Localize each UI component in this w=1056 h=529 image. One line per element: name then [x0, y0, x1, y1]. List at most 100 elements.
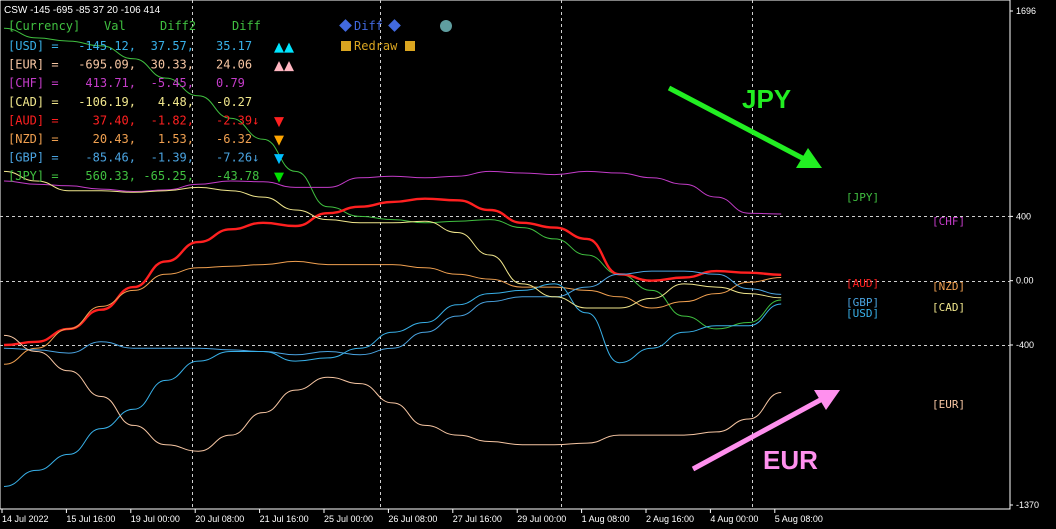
end-label-nzd: [NZD] [932, 280, 965, 293]
jpy-annotation-label: JPY [742, 84, 791, 114]
table-cell-val: -85.46, [85, 151, 136, 165]
series-line-gbp [3, 270, 782, 356]
x-tick-label: 26 Jul 08:00 [388, 514, 437, 524]
table-cell-diff: 0.79 [216, 76, 245, 90]
x-tick-label: 15 Jul 16:00 [66, 514, 115, 524]
table-cell-currency: [CAD] = [8, 95, 59, 109]
table-cell-diff: -0.27 [216, 95, 252, 109]
trend-marker-icon: ▼ [274, 114, 284, 129]
table-cell-val: -695.09, [78, 58, 136, 72]
table-header-0: [Currency] [8, 19, 80, 33]
table-cell-diff: 24.06 [216, 58, 252, 72]
table-header-2: Diff2 [160, 19, 196, 33]
table-row: [NZD] = 20.43, 1.53, -6.32 ▼ [8, 132, 284, 148]
x-tick-label: 4 Aug 00:00 [710, 514, 758, 524]
table-cell-diff2: -1.82, [151, 113, 194, 127]
table-cell-currency: [EUR] = [8, 58, 59, 72]
x-tick-label: 1 Aug 08:00 [582, 514, 630, 524]
x-tick-label: 5 Aug 08:00 [775, 514, 823, 524]
table-row: [CAD] = -106.19, 4.48, -0.27 [8, 95, 252, 109]
table-cell-diff2: -65.25, [143, 169, 194, 183]
x-tick-label: 14 Jul 2022 [2, 514, 49, 524]
diff-button[interactable]: Diff [339, 19, 401, 33]
table-cell-diff2: 4.48, [158, 95, 194, 109]
table-row: [AUD] = 37.40, -1.82, -2.39↓ ▼ [8, 113, 284, 129]
table-cell-diff2: -1.39, [151, 151, 194, 165]
end-label-aud: [AUD] [846, 277, 879, 290]
table-cell-diff2: 37.57, [151, 39, 194, 53]
end-label-eur: [EUR] [932, 398, 965, 411]
table-cell-diff2: 30.33, [151, 58, 194, 72]
table-cell-diff: -43.78 [216, 169, 259, 183]
table-cell-currency: [JPY] = [8, 169, 59, 183]
table-row: [JPY] = 560.33, -65.25, -43.78 ▼ [8, 169, 284, 185]
end-label-chf: [CHF] [932, 215, 965, 228]
table-cell-val: 560.33, [85, 169, 136, 183]
y-tick-label: -1370 [1016, 500, 1039, 510]
y-axis: 1696 400 0.00 -400 -1370 [1010, 6, 1039, 510]
x-axis: 14 Jul 2022 15 Jul 16:00 19 Jul 00:00 20 Ju… [1, 509, 823, 524]
table-cell-diff2: -5.45, [151, 76, 194, 90]
diff-label: Diff [354, 19, 383, 33]
redraw-button[interactable]: Redraw [341, 39, 415, 53]
table-cell-currency: [CHF] = [8, 76, 59, 90]
table-row: [CHF] = 413.71, -5.45, 0.79 [8, 76, 245, 90]
eur-annotation-label: EUR [763, 445, 818, 475]
series-line-aud [3, 197, 782, 347]
series-end-labels: [JPY][CHF][AUD] [NZD][GBP][USD] [CAD][EUR] [846, 191, 965, 411]
trend-marker-icon: ▼ [274, 133, 284, 148]
table-cell-val: -106.19, [78, 95, 136, 109]
table-cell-diff: -2.39↓ [216, 113, 259, 127]
table-cell-val: -145.12, [78, 39, 136, 53]
redraw-square-right-icon [405, 41, 415, 51]
table-cell-currency: [AUD] = [8, 113, 59, 127]
diff-diamond-right-icon [388, 19, 401, 32]
x-tick-label: 29 Jul 00:00 [517, 514, 566, 524]
status-circle-icon[interactable] [440, 20, 452, 32]
x-tick-label: 25 Jul 00:00 [324, 514, 373, 524]
y-tick-label: 0.00 [1016, 276, 1034, 286]
table-cell-val: 413.71, [85, 76, 136, 90]
chart-title: CSW -145 -695 -85 37 20 -106 414 [4, 5, 161, 16]
series-line-cad [3, 170, 782, 309]
series-line-usd [3, 283, 782, 487]
table-row: [EUR] = -695.09, 30.33, 24.06 ▲▲ [8, 58, 294, 74]
table-cell-currency: [GBP] = [8, 151, 59, 165]
table-cell-diff: -6.32 [216, 132, 252, 146]
table-cell-diff: 35.17 [216, 39, 252, 53]
table-cell-val: 37.40, [93, 113, 136, 127]
y-tick-label: 1696 [1016, 6, 1036, 16]
x-tick-label: 20 Jul 08:00 [195, 514, 244, 524]
redraw-square-left-icon [341, 41, 351, 51]
x-tick-label: 2 Aug 16:00 [646, 514, 694, 524]
table-header-3: Diff [232, 19, 261, 33]
table-cell-val: 20.43, [93, 132, 136, 146]
table-row: [GBP] = -85.46, -1.39, -7.26↓ ▼ [8, 151, 284, 167]
vertical-gridlines [192, 0, 753, 509]
jpy-annotation: JPY [667, 84, 822, 168]
x-tick-label: 27 Jul 16:00 [453, 514, 502, 524]
x-tick-label: 21 Jul 16:00 [260, 514, 309, 524]
trend-marker-icon: ▼ [274, 170, 284, 185]
table-cell-diff: -7.26↓ [216, 151, 259, 165]
trend-marker-icon: ▲▲ [274, 59, 294, 74]
table-row: [USD] = -145.12, 37.57, 35.17 ▲▲ [8, 39, 294, 55]
currency-table: [Currency] Val Diff2 Diff [USD] = -145.12, 37.… [8, 19, 294, 185]
trend-marker-icon: ▲▲ [274, 40, 294, 55]
trend-marker-icon: ▼ [274, 152, 284, 167]
table-cell-diff2: 1.53, [158, 132, 194, 146]
series-line-nzd [3, 260, 782, 365]
table-header-1: Val [104, 19, 126, 33]
y-tick-label: -400 [1016, 340, 1034, 350]
chart-canvas: 1696 400 0.00 -400 -1370 14 Jul 2022 15 Jul 1… [0, 0, 1039, 524]
y-tick-label: 400 [1016, 211, 1031, 221]
redraw-label: Redraw [354, 39, 398, 53]
table-cell-currency: [NZD] = [8, 132, 59, 146]
series-line-eur [3, 334, 782, 452]
end-label-usd: [USD] [846, 307, 879, 320]
end-label-jpy: [JPY] [846, 191, 879, 204]
end-label-cad: [CAD] [932, 301, 965, 314]
table-cell-currency: [USD] = [8, 39, 59, 53]
x-tick-label: 19 Jul 00:00 [131, 514, 180, 524]
diff-diamond-left-icon [339, 19, 352, 32]
